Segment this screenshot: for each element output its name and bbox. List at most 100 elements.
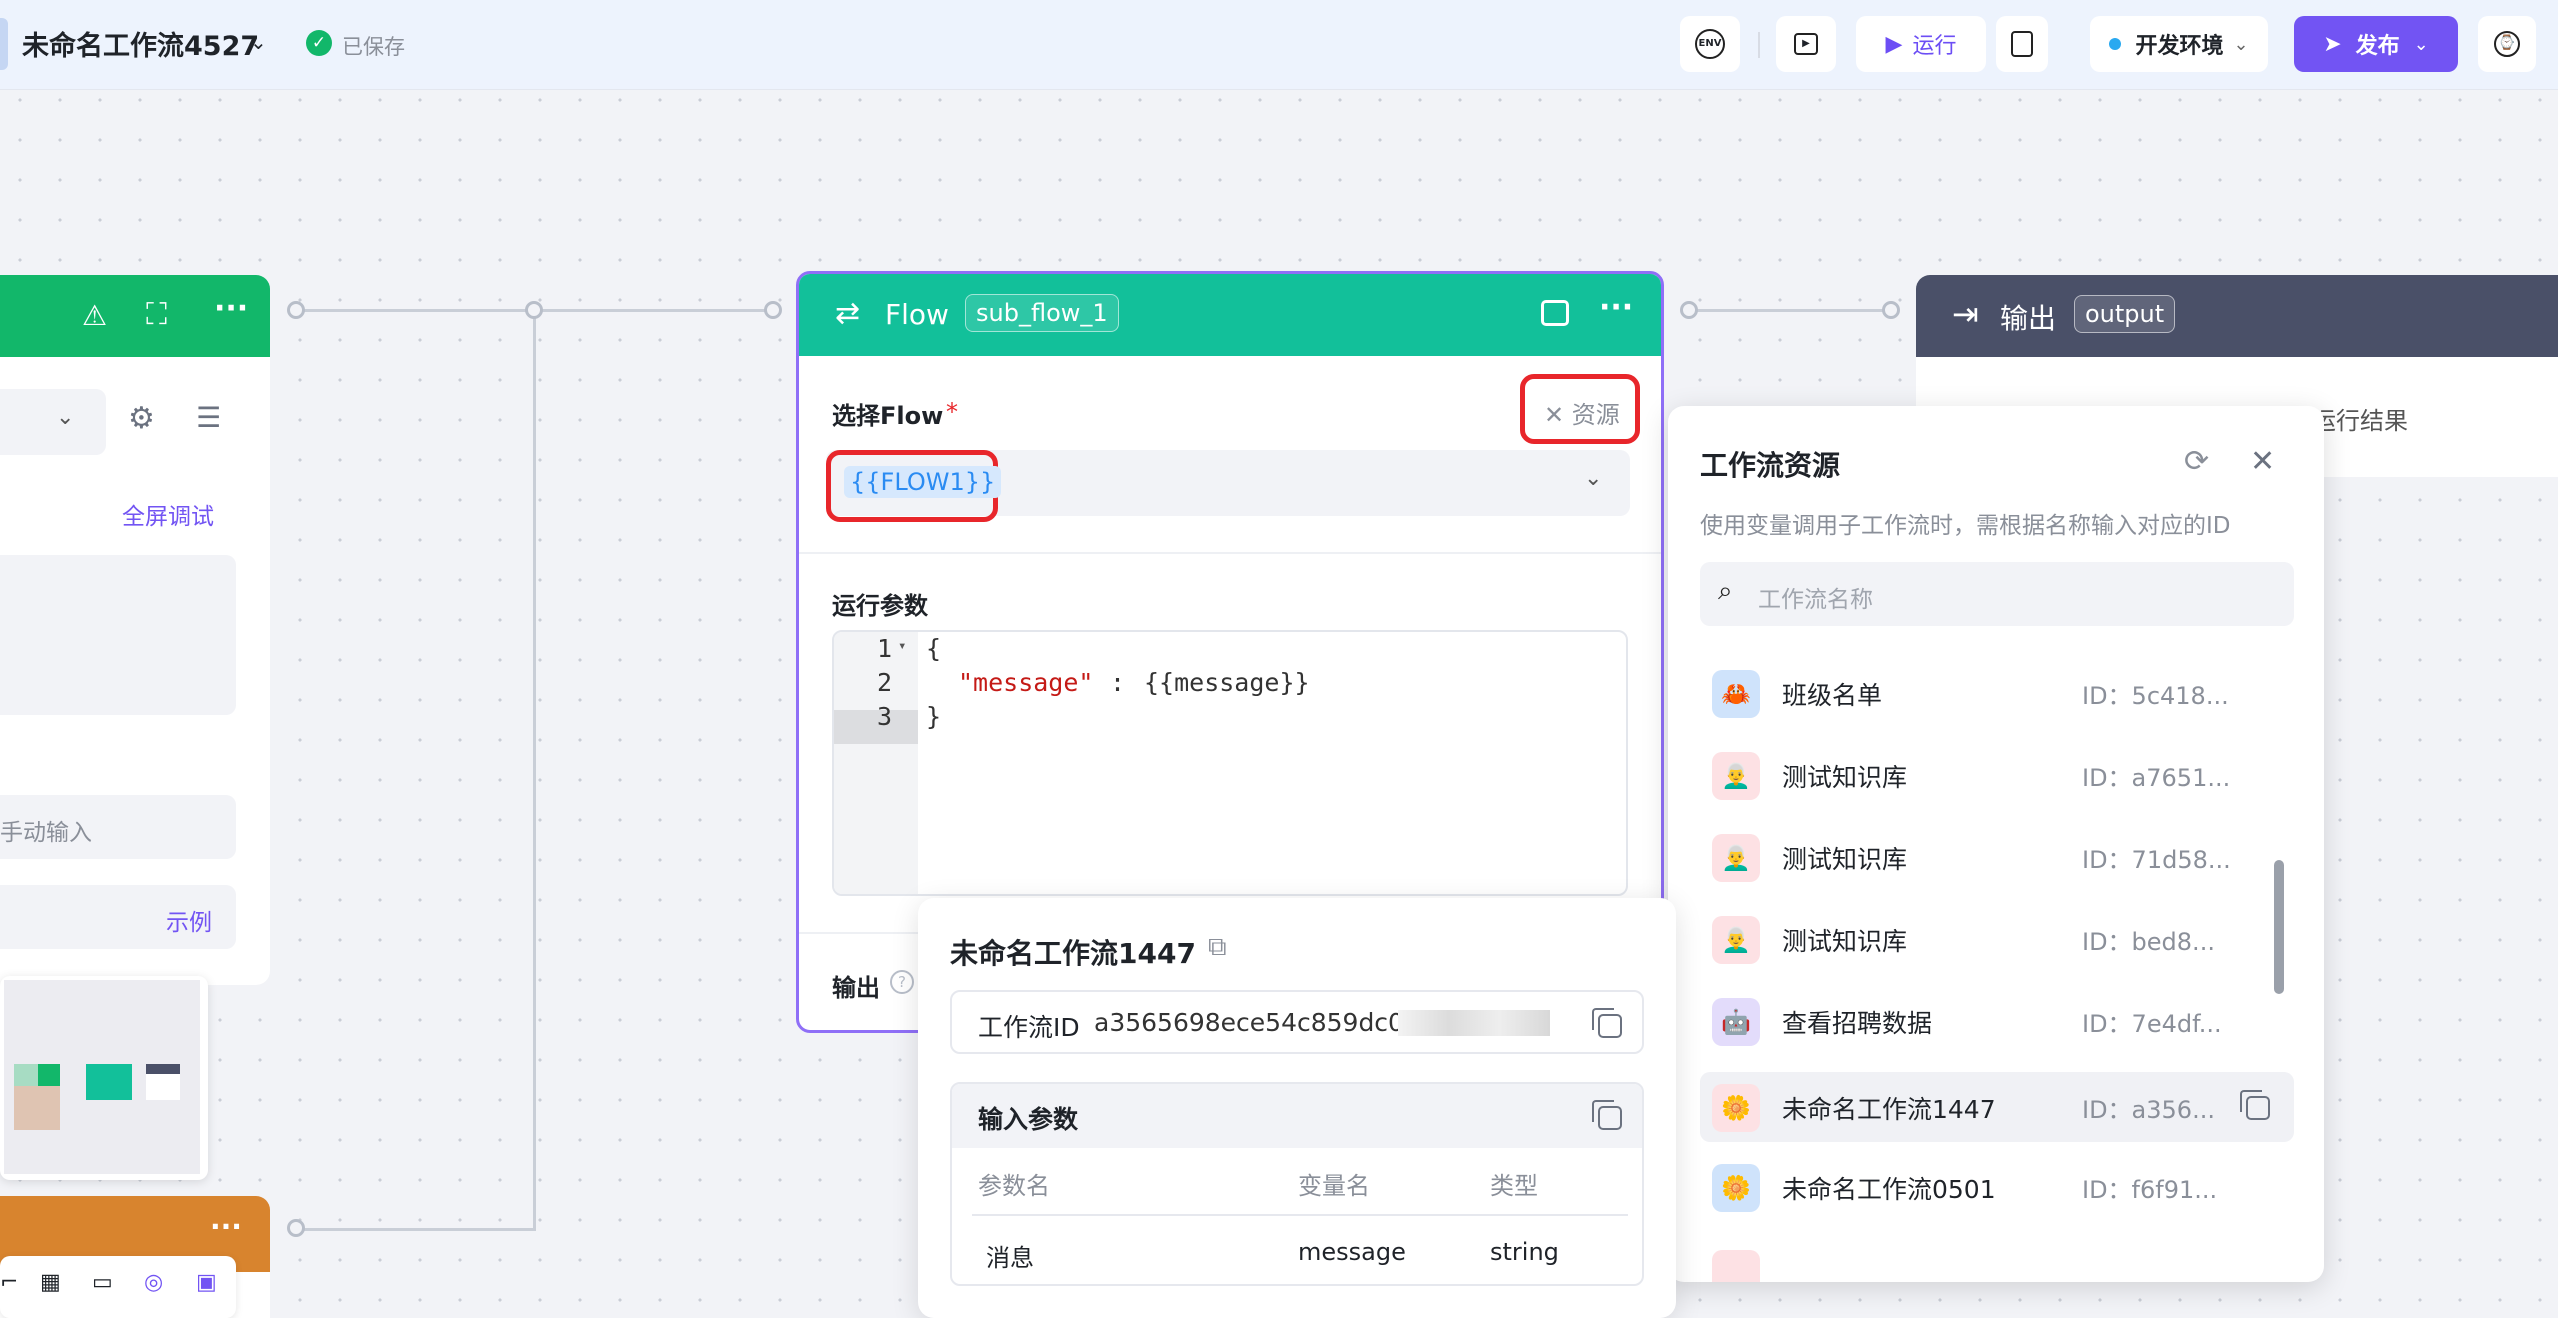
left-textarea[interactable]	[0, 555, 236, 715]
bottom-left-node[interactable]: ··· ⌐ ▦ ▭ ◎ ▣	[0, 1196, 270, 1318]
output-label: 输出	[832, 974, 880, 1002]
more-icon[interactable]: ···	[210, 1210, 242, 1243]
more-icon[interactable]: ···	[1599, 290, 1633, 325]
output-node-title: 输出	[2000, 302, 2057, 335]
flow-node-tag[interactable]: sub_flow_1	[965, 294, 1119, 332]
gear-icon[interactable]: ⚙	[128, 401, 155, 436]
resource-item[interactable]: 🦀 班级名单 ID：5c418...	[1700, 658, 2294, 728]
workflow-id-row: 工作流ID a3565698ece54c859dc0c	[950, 990, 1644, 1054]
output-hint: 运行结果	[2312, 407, 2408, 435]
grid-icon[interactable]: ▦	[40, 1270, 61, 1295]
fullscreen-debug-link[interactable]: 全屏调试	[122, 497, 214, 531]
expand-icon[interactable]: ⛶	[146, 297, 167, 332]
connector-handle[interactable]	[764, 301, 782, 319]
line-number: 2	[876, 668, 892, 697]
env-button[interactable]: ENV	[1680, 16, 1740, 72]
resource-avatar: 👨‍🦳	[1712, 834, 1760, 882]
connector-handle[interactable]	[287, 1219, 305, 1237]
resource-id: ID：71d58...	[2082, 846, 2231, 874]
resource-avatar: 🦀	[1712, 670, 1760, 718]
copy-icon[interactable]	[2240, 1090, 2270, 1120]
exit-icon: ⇥	[1952, 295, 1979, 333]
run-log-button[interactable]	[1996, 16, 2048, 72]
resource-item[interactable]: 👨‍🦳 测试知识库 ID：bed8...	[1700, 904, 2294, 974]
divider	[799, 552, 1661, 554]
env-select-label: 开发环境	[2135, 34, 2224, 59]
run-params-label: 运行参数	[832, 592, 928, 620]
left-select[interactable]: ⌄	[0, 389, 106, 455]
scrollbar-thumb[interactable]	[2274, 860, 2284, 994]
redacted-block	[1398, 1010, 1550, 1036]
resource-id: ID：a356...	[2082, 1096, 2215, 1124]
chevron-down-icon: ⌄	[2413, 33, 2429, 55]
close-icon[interactable]: ✕	[2250, 444, 2275, 479]
more-icon[interactable]: ···	[214, 291, 248, 326]
line-number: 3	[876, 702, 892, 731]
resource-name: 测试知识库	[1782, 927, 1908, 956]
divider	[972, 1214, 1628, 1216]
run-label: 运行	[1912, 34, 1957, 59]
camera-icon[interactable]: ◎	[144, 1270, 163, 1295]
required-mark: *	[946, 398, 958, 426]
output-node-tag[interactable]: output	[2074, 295, 2176, 333]
chevron-down-icon[interactable]: ⌄	[250, 30, 267, 54]
warning-icon[interactable]: ⚠	[82, 299, 107, 332]
connector-handle[interactable]	[1882, 301, 1900, 319]
resource-button[interactable]: ✕ 资源	[1544, 395, 1620, 430]
comment-icon[interactable]: ▭	[92, 1270, 113, 1295]
select-flow-label: 选择Flow	[832, 402, 944, 430]
param-type: string	[1490, 1238, 1559, 1266]
output-node-header: ⇥ 输出 output	[1916, 275, 2558, 357]
env-select[interactable]: 开发环境 ⌄	[2090, 16, 2268, 72]
column-header: 参数名	[978, 1172, 1050, 1200]
code-open-brace: {	[926, 634, 942, 663]
publish-button[interactable]: ➤ 发布 ⌄	[2294, 16, 2458, 72]
connector-handle[interactable]	[287, 301, 305, 319]
saved-status: 已保存	[342, 35, 405, 59]
resource-id: ID：f6f91...	[2082, 1176, 2218, 1204]
check-icon: ✓	[306, 30, 332, 56]
copy-icon[interactable]	[1592, 1008, 1622, 1038]
workflow-title[interactable]: 未命名工作流4527	[22, 24, 259, 63]
resource-item[interactable]: 👨‍🦳 测试知识库 ID：71d58...	[1700, 822, 2294, 892]
column-header: 类型	[1490, 1172, 1538, 1200]
preview-button[interactable]: ▶	[1776, 16, 1836, 72]
fold-icon[interactable]: ▾	[898, 638, 906, 654]
copy-icon[interactable]	[1592, 1100, 1622, 1130]
chevron-down-icon: ⌄	[2233, 33, 2249, 55]
left-node[interactable]: ⚠ ⛶ ··· ⌄ ⚙ ☰ 全屏调试 手动输入 示例	[0, 275, 270, 985]
flow-icon: ⇄	[835, 296, 861, 331]
log-icon	[2011, 31, 2033, 57]
connector-line	[1690, 309, 1896, 312]
resource-panel: 工作流资源 ⟳ ✕ 使用变量调用子工作流时，需根据名称输入对应的ID ⌕ 工作流…	[1668, 406, 2324, 1282]
left-node-header: ⚠ ⛶ ···	[0, 275, 270, 357]
minimap-node	[146, 1074, 180, 1100]
manual-input[interactable]: 手动输入	[0, 795, 236, 859]
resource-search[interactable]: ⌕ 工作流名称	[1700, 562, 2294, 626]
params-code-editor[interactable]: 1 ▾ 2 3 { "message" : {{message}} }	[832, 630, 1628, 896]
frame-icon[interactable]: ⌐	[0, 1270, 18, 1295]
connector-handle[interactable]	[525, 301, 543, 319]
flow-node-header: ⇄ Flow sub_flow_1 ···	[799, 274, 1661, 356]
example-link[interactable]: 示例	[166, 903, 212, 937]
help-icon[interactable]: ?	[890, 970, 914, 994]
minimap[interactable]	[0, 976, 208, 1180]
resource-item[interactable]: 🌼 未命名工作流0501 ID：f6f91...	[1700, 1152, 2294, 1222]
resource-item[interactable]: 👨‍🦳 测试知识库 ID：a7651...	[1700, 740, 2294, 810]
external-link-icon[interactable]: ⧉	[1208, 932, 1227, 963]
image-icon[interactable]: ▣	[196, 1270, 217, 1295]
resource-avatar: 👨‍🦳	[1712, 916, 1760, 964]
send-icon: ➤	[2323, 31, 2342, 57]
resource-panel-title: 工作流资源	[1700, 449, 1841, 482]
refresh-icon[interactable]: ⟳	[2184, 444, 2209, 479]
resource-item[interactable]: 🤖 查看招聘数据 ID：7e4df...	[1700, 986, 2294, 1056]
workflow-id-label: 工作流ID	[978, 1013, 1080, 1042]
resource-name: 查看招聘数据	[1782, 1009, 1933, 1038]
panel-toggle-icon[interactable]	[1541, 300, 1569, 326]
connector-handle[interactable]	[1680, 301, 1698, 319]
run-button[interactable]: ▶ 运行	[1856, 16, 1986, 72]
resource-avatar: 🌼	[1712, 1084, 1760, 1132]
list-icon[interactable]: ☰	[196, 401, 221, 434]
history-button[interactable]: ⌚	[2478, 16, 2536, 72]
resource-item-active[interactable]: 🌼 未命名工作流1447 ID：a356...	[1700, 1072, 2294, 1142]
